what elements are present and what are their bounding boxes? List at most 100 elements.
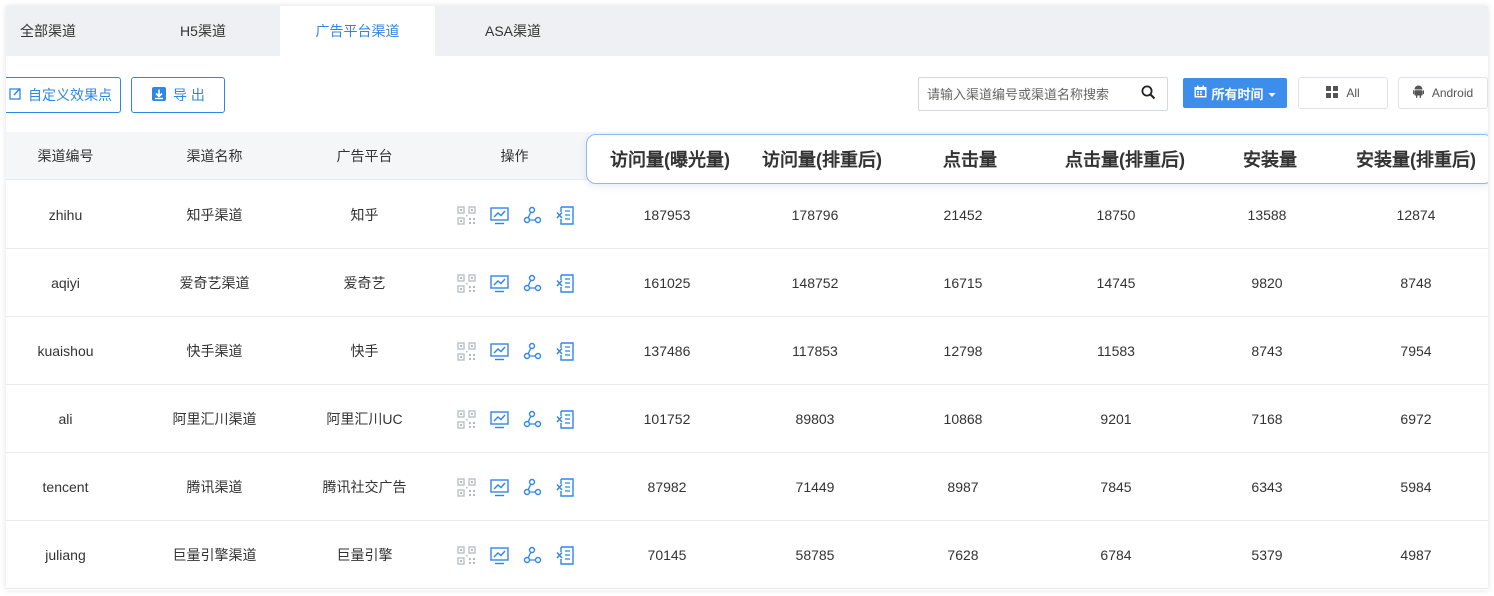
tab-asa-channels[interactable]: ASA渠道 <box>456 6 570 56</box>
cell-ad-platform: 知乎 <box>350 207 379 223</box>
calendar-icon <box>1194 85 1207 101</box>
search-button[interactable] <box>1129 78 1167 110</box>
tab-all-channels[interactable]: 全部渠道 <box>6 6 90 56</box>
cell-clicks: 12798 <box>943 343 983 359</box>
column-header-channel-id: 渠道编号 <box>37 148 94 164</box>
search-icon <box>1141 85 1156 103</box>
excel-export-icon[interactable] <box>555 477 575 497</box>
column-header-clicks-dedup: 点击量(排重后) <box>1065 150 1185 170</box>
table-row: zhihu 知乎渠道 知乎 187953 178796 21452 18750 13588 12… <box>6 181 1488 249</box>
cell-visits-dedup: 117853 <box>792 343 838 359</box>
qrcode-icon[interactable] <box>456 341 476 361</box>
cell-visits: 87982 <box>647 479 687 495</box>
cell-channel-name: 爱奇艺渠道 <box>179 275 250 291</box>
cell-installs: 9820 <box>1251 275 1283 291</box>
platform-android-button[interactable]: Android <box>1398 77 1488 109</box>
column-header-actions: 操作 <box>500 148 529 164</box>
cell-visits-dedup: 89803 <box>795 411 835 427</box>
row-actions <box>456 521 575 589</box>
cell-visits-dedup: 148752 <box>791 275 839 291</box>
column-header-visits-dedup: 访问量(排重后) <box>762 150 882 170</box>
cell-installs-dedup: 7954 <box>1400 343 1432 359</box>
cell-ad-platform: 爱奇艺 <box>343 275 386 291</box>
column-header-visits: 访问量(曝光量) <box>610 150 730 170</box>
share-icon[interactable] <box>522 341 542 361</box>
cell-visits: 101752 <box>643 411 691 427</box>
excel-export-icon[interactable] <box>555 545 575 565</box>
cell-channel-name: 腾讯渠道 <box>186 479 243 495</box>
cell-ad-platform: 腾讯社交广告 <box>322 479 407 495</box>
chart-icon[interactable] <box>489 545 509 565</box>
chart-icon[interactable] <box>489 409 509 429</box>
channel-search-input[interactable] <box>919 79 1129 109</box>
cell-clicks-dedup: 6784 <box>1100 547 1132 563</box>
time-filter-dropdown[interactable]: 所有时间 <box>1183 78 1287 108</box>
cell-visits-dedup: 71449 <box>795 479 835 495</box>
share-icon[interactable] <box>522 205 542 225</box>
platform-android-label: Android <box>1431 86 1474 100</box>
row-actions <box>456 317 575 385</box>
cell-channel-id: ali <box>58 411 73 427</box>
cell-installs-dedup: 5984 <box>1400 479 1432 495</box>
excel-export-icon[interactable] <box>555 273 575 293</box>
metrics-header-highlight: 访问量(曝光量) 访问量(排重后) 点击量 点击量(排重后) 安装量 安装量(排… <box>586 134 1488 184</box>
platform-all-button[interactable]: All <box>1298 77 1388 109</box>
cell-installs-dedup: 6972 <box>1400 411 1432 427</box>
cell-installs-dedup: 12874 <box>1396 207 1436 223</box>
share-icon[interactable] <box>522 545 542 565</box>
excel-export-icon[interactable] <box>555 341 575 361</box>
cell-channel-name: 阿里汇川渠道 <box>172 411 257 427</box>
qrcode-icon[interactable] <box>456 409 476 429</box>
chart-icon[interactable] <box>489 273 509 293</box>
column-header-channel-name: 渠道名称 <box>186 148 243 164</box>
cell-channel-name: 快手渠道 <box>186 343 243 359</box>
cell-installs: 13588 <box>1247 207 1287 223</box>
custom-effect-point-label: 自定义效果点 <box>28 87 112 103</box>
cell-visits: 187953 <box>643 207 691 223</box>
qrcode-icon[interactable] <box>456 477 476 497</box>
column-header-installs: 安装量 <box>1243 150 1297 170</box>
cell-installs: 6343 <box>1251 479 1283 495</box>
cell-clicks-dedup: 9201 <box>1100 411 1132 427</box>
time-filter-label: 所有时间 <box>1211 86 1264 102</box>
cell-visits-dedup: 58785 <box>795 547 835 563</box>
cell-clicks: 7628 <box>947 547 979 563</box>
custom-effect-point-button[interactable]: 自定义效果点 <box>6 77 121 113</box>
column-header-ad-platform: 广告平台 <box>336 148 393 164</box>
download-icon <box>151 86 167 105</box>
cell-visits: 137486 <box>643 343 691 359</box>
share-icon[interactable] <box>522 477 542 497</box>
export-button[interactable]: 导 出 <box>131 77 225 113</box>
export-label: 导 出 <box>173 87 205 103</box>
chart-icon[interactable] <box>489 205 509 225</box>
share-icon[interactable] <box>522 273 542 293</box>
qrcode-icon[interactable] <box>456 273 476 293</box>
table-row: juliang 巨量引擎渠道 巨量引擎 70145 58785 7628 6784 5379 4… <box>6 521 1488 589</box>
cell-visits-dedup: 178796 <box>791 207 839 223</box>
cell-installs: 5379 <box>1251 547 1283 563</box>
qrcode-icon[interactable] <box>456 545 476 565</box>
row-actions <box>456 385 575 453</box>
excel-export-icon[interactable] <box>555 409 575 429</box>
cell-clicks-dedup: 14745 <box>1096 275 1136 291</box>
chart-icon[interactable] <box>489 341 509 361</box>
table-row: ali 阿里汇川渠道 阿里汇川UC 101752 89803 10868 9201 7168 6… <box>6 385 1488 453</box>
column-header-clicks: 点击量 <box>943 150 997 170</box>
channel-tab-bar: 全部渠道 H5渠道 广告平台渠道 ASA渠道 <box>6 6 1488 56</box>
channel-panel: 全部渠道 H5渠道 广告平台渠道 ASA渠道 自定义效果点 导 出 所有时间 <box>6 6 1488 590</box>
row-actions <box>456 181 575 249</box>
tab-h5-channels[interactable]: H5渠道 <box>146 6 260 56</box>
qrcode-icon[interactable] <box>456 205 476 225</box>
chart-icon[interactable] <box>489 477 509 497</box>
share-icon[interactable] <box>522 409 542 429</box>
cell-installs: 7168 <box>1251 411 1283 427</box>
tab-ad-platform-channels[interactable]: 广告平台渠道 <box>280 6 435 56</box>
caret-down-icon <box>1268 86 1276 101</box>
row-actions <box>456 453 575 521</box>
channel-search-box <box>918 77 1168 111</box>
cell-installs-dedup: 8748 <box>1400 275 1432 291</box>
cell-channel-id: zhihu <box>48 207 83 223</box>
cell-channel-id: aqiyi <box>51 275 80 291</box>
cell-clicks: 16715 <box>943 275 983 291</box>
excel-export-icon[interactable] <box>555 205 575 225</box>
